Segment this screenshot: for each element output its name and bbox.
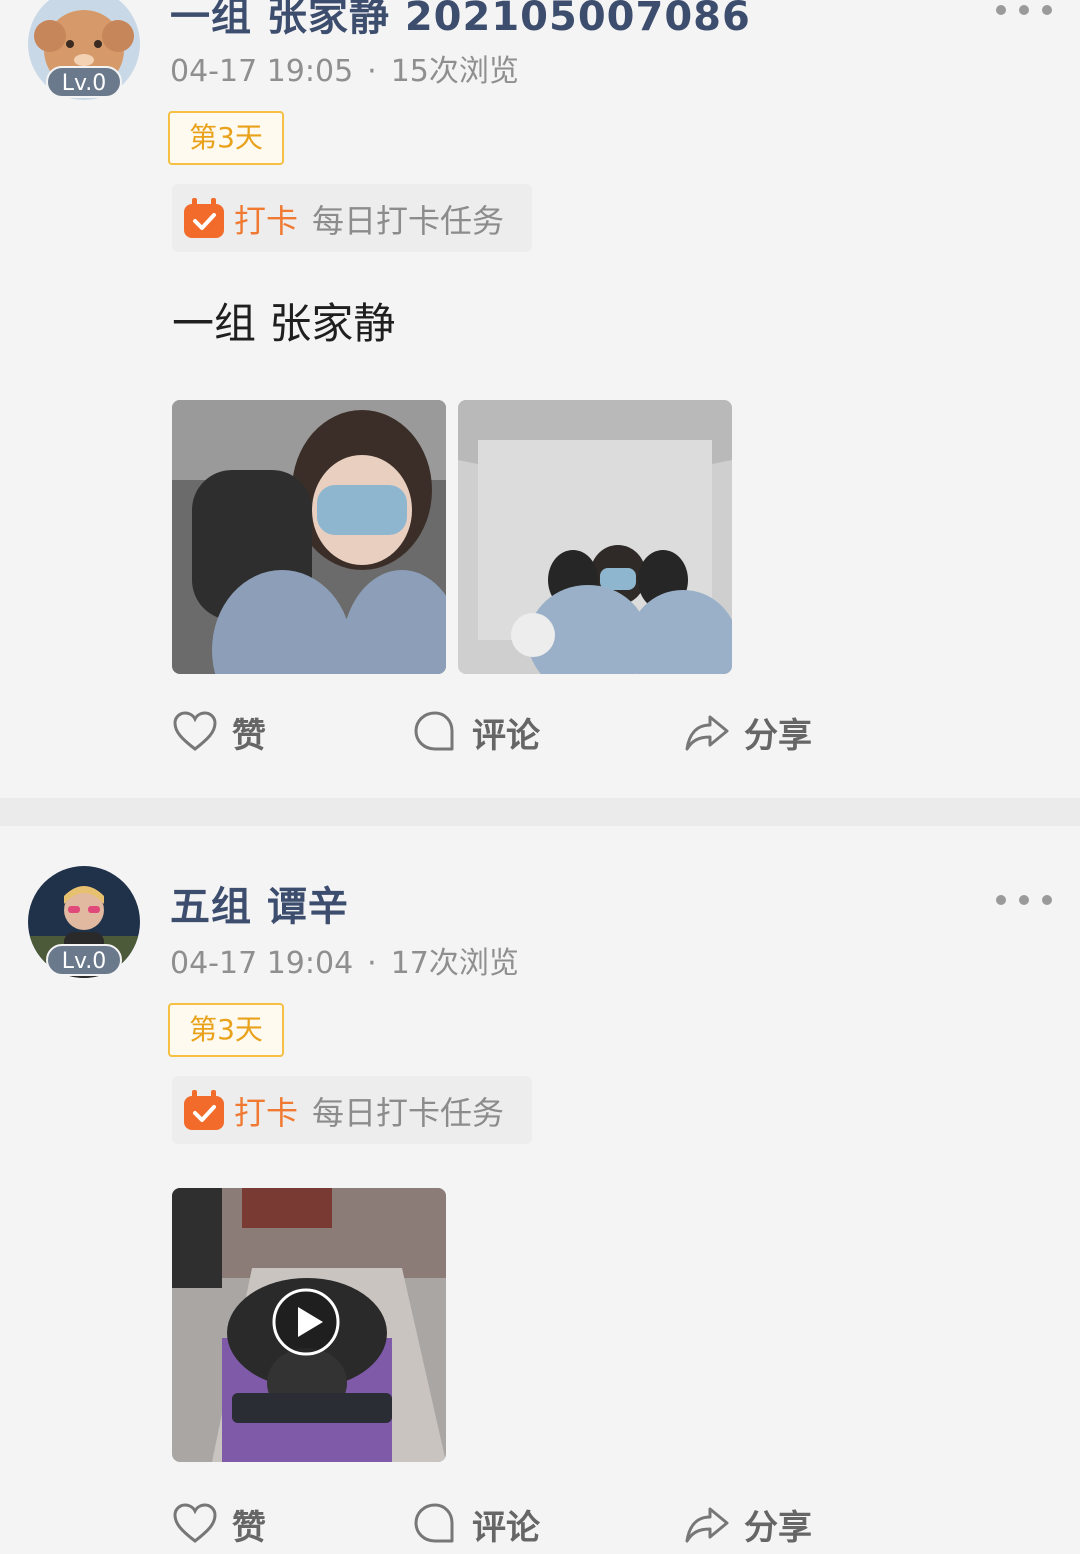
share-button[interactable]: 分享 (684, 1494, 812, 1554)
task-label: 打卡 (234, 202, 299, 240)
author-name[interactable]: 一组 张家静 202105007086 (170, 0, 751, 42)
post-photo[interactable] (458, 400, 732, 674)
comment-icon (414, 711, 454, 751)
comment-icon (414, 1503, 454, 1543)
like-label: 赞 (232, 1507, 266, 1548)
share-icon (685, 715, 729, 751)
comment-button[interactable]: 评论 (412, 702, 540, 762)
share-label: 分享 (744, 1507, 812, 1548)
post-actions: 赞 评论 分享 (172, 1494, 872, 1554)
post-card: Lv.0 一组 张家静 202105007086 04-17 19:05 · 15次… (0, 0, 1080, 798)
author-name[interactable]: 五组 谭辛 (170, 874, 349, 932)
post-date: 04-17 19:04 (170, 946, 354, 981)
play-icon[interactable] (271, 1287, 341, 1357)
post-divider (0, 798, 1080, 826)
post-meta: 04-17 19:05 · 15次浏览 (170, 54, 519, 89)
post-photo[interactable] (172, 400, 446, 674)
post-meta: 04-17 19:04 · 17次浏览 (170, 946, 519, 981)
task-chip[interactable]: 打卡 每日打卡任务 (172, 1076, 532, 1144)
avatar[interactable]: Lv.0 (28, 0, 140, 100)
heart-icon (173, 1503, 217, 1543)
task-name: 每日打卡任务 (312, 1094, 505, 1132)
like-button[interactable]: 赞 (172, 702, 266, 762)
post-actions: 赞 评论 分享 (172, 702, 872, 762)
share-button[interactable]: 分享 (684, 702, 812, 762)
view-count: 15次浏览 (390, 54, 519, 89)
day-tag: 第3天 (168, 111, 284, 165)
like-label: 赞 (232, 715, 266, 756)
view-count: 17次浏览 (390, 946, 519, 981)
post-date: 04-17 19:05 (170, 54, 354, 89)
comment-label: 评论 (472, 1507, 540, 1548)
post-video[interactable] (172, 1188, 446, 1462)
comment-button[interactable]: 评论 (412, 1494, 540, 1554)
calendar-check-icon (184, 198, 224, 238)
task-label: 打卡 (234, 1094, 299, 1132)
post-text: 一组 张家静 (172, 299, 396, 348)
avatar[interactable]: Lv.0 (28, 866, 140, 978)
level-badge: Lv.0 (46, 66, 122, 98)
calendar-check-icon (184, 1090, 224, 1130)
share-icon (685, 1507, 729, 1543)
like-button[interactable]: 赞 (172, 1494, 266, 1554)
post-card: Lv.0 五组 谭辛 04-17 19:04 · 17次浏览 第3天 打卡 每日打卡… (0, 826, 1080, 1548)
share-label: 分享 (744, 715, 812, 756)
more-icon[interactable] (996, 2, 1052, 18)
day-tag: 第3天 (168, 1003, 284, 1057)
task-chip[interactable]: 打卡 每日打卡任务 (172, 184, 532, 252)
task-name: 每日打卡任务 (312, 202, 505, 240)
comment-label: 评论 (472, 715, 540, 756)
more-icon[interactable] (996, 892, 1052, 908)
heart-icon (173, 711, 217, 751)
level-badge: Lv.0 (46, 944, 122, 976)
